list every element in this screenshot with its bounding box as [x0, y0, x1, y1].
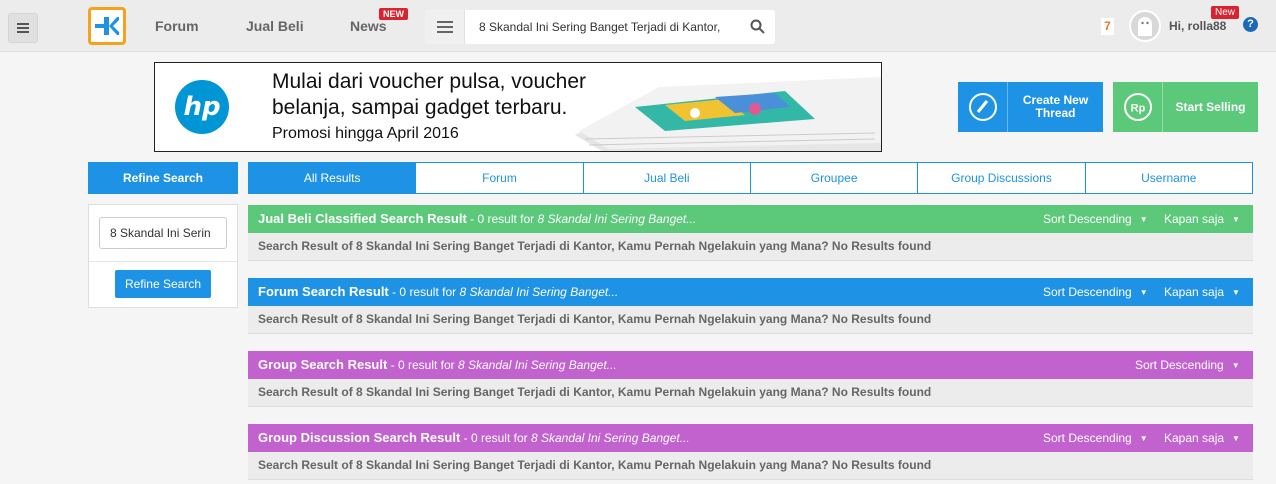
banner-line-3: Promosi hingga April 2016 — [272, 125, 459, 142]
caret-down-icon: ▼ — [1139, 433, 1148, 443]
kaskus-k-icon — [95, 17, 119, 35]
forum-result-body: Search Result of 8 Skandal Ini Sering Ba… — [248, 306, 1253, 334]
caret-down-icon: ▼ — [1232, 433, 1240, 443]
nav-jual-beli-link[interactable]: Jual Beli — [246, 18, 304, 34]
tab-all-results[interactable]: All Results — [249, 163, 416, 193]
time-label: Kapan saja — [1164, 212, 1225, 226]
hamburger-icon — [17, 23, 29, 33]
sort-label: Sort Descending — [1135, 358, 1224, 372]
hamburger-menu-button[interactable] — [8, 13, 38, 43]
result-section-title: Forum Search Result — [258, 284, 389, 299]
refine-search-button[interactable]: Refine Search — [115, 270, 211, 298]
time-dropdown[interactable]: Kapan saja ▼ — [1164, 424, 1240, 453]
sort-dropdown[interactable]: Sort Descending ▼ — [1043, 424, 1148, 453]
result-summary: - 0 result for — [387, 358, 458, 372]
tab-username[interactable]: Username — [1084, 163, 1252, 193]
group-result-header: Group Search Result - 0 result for 8 Ska… — [248, 351, 1253, 379]
banner-line-1: Mulai dari voucher pulsa, voucher — [272, 70, 586, 93]
tab-groupee[interactable]: Groupee — [749, 163, 917, 193]
svg-text:Rp: Rp — [1130, 103, 1145, 115]
result-title: Group Discussion Search Result - 0 resul… — [258, 424, 690, 452]
result-section-title: Jual Beli Classified Search Result — [258, 211, 467, 226]
time-label: Kapan saja — [1164, 431, 1225, 445]
avatar[interactable] — [1129, 10, 1161, 42]
paper-stack-illustration — [575, 77, 881, 151]
nav-news-link[interactable]: News — [350, 18, 387, 34]
nav-forum-link[interactable]: Forum — [155, 18, 199, 34]
result-section-title: Group Search Result — [258, 357, 388, 372]
create-new-thread-button[interactable]: Create New Thread — [958, 82, 1103, 132]
tab-group-discussions[interactable]: Group Discussions — [917, 163, 1084, 193]
hp-promo-banner[interactable]: hp Mulai dari voucher pulsa, voucher bel… — [154, 62, 882, 152]
time-label: Kapan saja — [1164, 285, 1225, 299]
refine-search-header: Refine Search — [88, 162, 238, 194]
caret-down-icon: ▼ — [1139, 214, 1148, 224]
search-category-button[interactable] — [425, 10, 465, 44]
list-icon — [436, 21, 453, 33]
search-bar: 8 Skandal Ini Sering Banget Terjadi di K… — [425, 10, 775, 44]
caret-down-icon: ▼ — [1139, 287, 1148, 297]
tab-jual-beli[interactable]: Jual Beli — [582, 163, 750, 193]
hp-logo: hp — [175, 80, 229, 134]
result-tabs: All Results Forum Jual Beli Groupee Grou… — [248, 162, 1253, 194]
user-new-badge: New — [1211, 6, 1240, 19]
result-title: Jual Beli Classified Search Result - 0 r… — [258, 205, 696, 233]
sort-label: Sort Descending — [1043, 212, 1132, 226]
sort-dropdown[interactable]: Sort Descending ▼ — [1043, 205, 1148, 234]
result-summary: - 0 result for — [460, 431, 531, 445]
time-dropdown[interactable]: Kapan saja ▼ — [1164, 205, 1240, 234]
refine-search-panel: 8 Skandal Ini Serin Refine Search — [88, 204, 238, 308]
banner-line-2: belanja, sampai gadget terbaru. — [272, 96, 568, 119]
result-title: Group Search Result - 0 result for 8 Ska… — [258, 351, 617, 379]
help-icon[interactable]: ? — [1243, 17, 1258, 32]
result-summary: - 0 result for — [388, 285, 460, 299]
tab-forum[interactable]: Forum — [415, 163, 582, 193]
kaskus-logo[interactable] — [88, 7, 126, 45]
sort-dropdown[interactable]: Sort Descending ▼ — [1135, 351, 1240, 380]
result-query: 8 Skandal Ini Sering Banget... — [459, 285, 619, 299]
caret-down-icon: ▼ — [1231, 360, 1240, 370]
pencil-icon — [958, 82, 1008, 132]
start-selling-label: Start Selling — [1175, 99, 1246, 114]
create-new-thread-label: Create New Thread — [1022, 93, 1089, 120]
caret-down-icon: ▼ — [1232, 214, 1240, 224]
sort-dropdown[interactable]: Sort Descending ▼ — [1043, 278, 1148, 307]
jual-beli-result-header: Jual Beli Classified Search Result - 0 r… — [248, 205, 1253, 233]
result-title: Forum Search Result - 0 result for 8 Ska… — [258, 278, 618, 306]
sort-label: Sort Descending — [1043, 431, 1132, 445]
sort-label: Sort Descending — [1043, 285, 1132, 299]
notification-count[interactable]: 7 — [1101, 18, 1114, 35]
avatar-ghost-icon — [1138, 17, 1152, 36]
result-section-title: Group Discussion Search Result — [258, 430, 461, 445]
top-navbar: Forum Jual Beli News NEW 8 Skandal Ini S… — [0, 0, 1276, 52]
news-new-badge: NEW — [379, 8, 408, 20]
result-query: 8 Skandal Ini Sering Banget... — [458, 358, 617, 372]
result-query: 8 Skandal Ini Sering Banget... — [530, 431, 690, 445]
group-discussion-result-body: Search Result of 8 Skandal Ini Sering Ba… — [248, 452, 1253, 480]
divider — [89, 261, 237, 262]
start-selling-button[interactable]: Rp Start Selling — [1113, 82, 1258, 132]
result-summary: - 0 result for — [466, 212, 538, 226]
caret-down-icon: ▼ — [1232, 287, 1240, 297]
refine-search-input[interactable]: 8 Skandal Ini Serin — [99, 217, 227, 249]
user-greeting[interactable]: Hi, rolla88 — [1169, 19, 1226, 33]
time-dropdown[interactable]: Kapan saja ▼ — [1164, 278, 1240, 307]
group-result-body: Search Result of 8 Skandal Ini Sering Ba… — [248, 379, 1253, 407]
result-query: 8 Skandal Ini Sering Banget... — [537, 212, 697, 226]
search-input[interactable]: 8 Skandal Ini Sering Banget Terjadi di K… — [479, 20, 735, 34]
group-discussion-result-header: Group Discussion Search Result - 0 resul… — [248, 424, 1253, 452]
forum-result-header: Forum Search Result - 0 result for 8 Ska… — [248, 278, 1253, 306]
search-icon[interactable] — [750, 19, 765, 37]
rupiah-icon: Rp — [1113, 82, 1163, 132]
jual-beli-result-body: Search Result of 8 Skandal Ini Sering Ba… — [248, 233, 1253, 261]
